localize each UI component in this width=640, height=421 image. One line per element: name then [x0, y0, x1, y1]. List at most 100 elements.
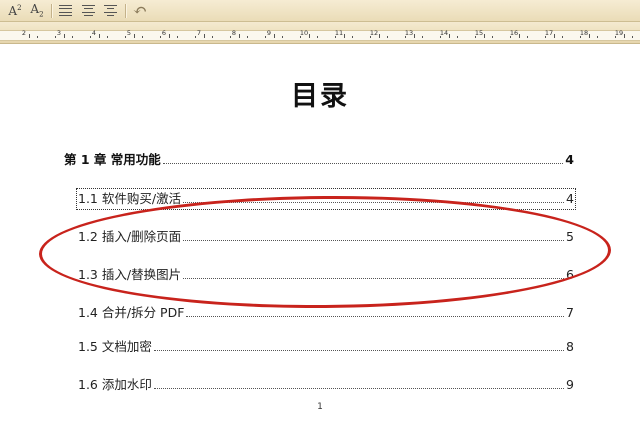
ruler-tick — [509, 36, 511, 38]
horizontal-ruler[interactable]: 2 3 4 5 6 7 8 9 10 11 12 13 14 15 16 17 18 19 — [0, 22, 640, 44]
ruler-tick — [247, 36, 249, 38]
ruler-tick — [562, 36, 564, 38]
document-page[interactable]: 目录 第 1 章 常用功能 4 1.1 软件购买/激活 4 1.2 插入/删除页… — [0, 44, 640, 421]
toc-entry-label: 1.5 文档加密 — [78, 339, 152, 354]
ruler-tick — [238, 34, 240, 38]
ruler-number: 15 — [474, 29, 484, 37]
ruler-tick — [369, 36, 371, 38]
ruler-tick — [483, 34, 485, 38]
toc-entry-1-2[interactable]: 1.2 插入/删除页面 5 — [78, 228, 574, 246]
toc-entry-label: 1.3 插入/替换图片 — [78, 267, 182, 282]
ruler-tick — [273, 34, 275, 38]
ruler-tick — [98, 34, 100, 38]
toc-entry-page: 7 — [566, 305, 574, 320]
ruler-tick — [229, 36, 231, 38]
toolbar-separator — [51, 4, 53, 18]
align-left-icon — [59, 5, 72, 16]
ruler-number: 16 — [509, 29, 519, 37]
ruler-tick — [89, 36, 91, 38]
toc-entry-page: 6 — [566, 267, 574, 282]
ruler-tick — [474, 36, 476, 38]
toc-entry-chapter-1[interactable]: 第 1 章 常用功能 4 — [64, 151, 574, 169]
ruler-tick — [299, 36, 301, 38]
ruler-tick — [37, 36, 39, 38]
toc-entry-page: 5 — [566, 229, 574, 244]
toc-entry-page: 9 — [566, 377, 574, 392]
ruler-tick — [72, 36, 74, 38]
ruler-tick — [168, 34, 170, 38]
ruler-tick — [579, 36, 581, 38]
toc-entry-label: 1.4 合并/拆分 PDF — [78, 305, 185, 320]
dot-leader — [162, 162, 564, 164]
ruler-tick — [413, 34, 415, 38]
toc-entry-1-1[interactable]: 1.1 软件购买/激活 4 — [76, 188, 576, 210]
page-title: 目录 — [291, 81, 349, 112]
align-center-icon — [82, 5, 95, 16]
ruler-tick — [203, 34, 205, 38]
ruler-tick — [334, 36, 336, 38]
ruler-number: 3 — [56, 29, 62, 37]
ruler-tick — [448, 34, 450, 38]
ruler-number: 5 — [126, 29, 132, 37]
align-justify-button[interactable] — [102, 2, 119, 19]
ruler-tick — [107, 36, 109, 38]
ruler-number: 7 — [196, 29, 202, 37]
dot-leader — [153, 349, 565, 351]
ruler-number: 17 — [544, 29, 554, 37]
ruler-tick — [614, 36, 616, 38]
formatting-toolbar: A2 A2 ↶ — [0, 0, 640, 22]
ruler-tick — [404, 36, 406, 38]
toc-entry-page: 4 — [565, 152, 574, 167]
dot-leader — [153, 387, 565, 389]
ruler-tick — [133, 34, 135, 38]
dot-leader — [183, 201, 565, 203]
toc-entry-1-6[interactable]: 1.6 添加水印 9 — [78, 376, 574, 394]
ruler-tick — [212, 36, 214, 38]
ruler-number: 11 — [334, 29, 344, 37]
ruler-tick — [527, 36, 529, 38]
undo-icon: ↶ — [132, 0, 148, 21]
ruler-tick — [317, 36, 319, 38]
ruler-tick — [194, 36, 196, 38]
subscript-icon: A2 — [30, 2, 44, 19]
ruler-tick — [308, 34, 310, 38]
ruler-tick — [177, 36, 179, 38]
ruler-tick — [343, 34, 345, 38]
ruler-tick — [282, 36, 284, 38]
ruler-tick — [492, 36, 494, 38]
subscript-button[interactable]: A2 — [29, 2, 45, 19]
toc-entry-page: 8 — [566, 339, 574, 354]
ruler-tick — [142, 36, 144, 38]
ruler-number: 14 — [439, 29, 449, 37]
ruler-tick — [623, 34, 625, 38]
align-justify-icon — [104, 5, 117, 16]
ruler-tick — [632, 36, 634, 38]
undo-button[interactable]: ↶ — [130, 0, 150, 21]
ruler-number: 18 — [579, 29, 589, 37]
ruler-tick — [387, 36, 389, 38]
superscript-button[interactable]: A2 — [7, 2, 23, 19]
ruler-tick — [518, 34, 520, 38]
align-left-button[interactable] — [57, 2, 74, 19]
ruler-tick — [54, 36, 56, 38]
ruler-number: 8 — [231, 29, 237, 37]
toc-entry-1-4[interactable]: 1.4 合并/拆分 PDF 7 — [78, 304, 574, 322]
dot-leader — [186, 315, 565, 317]
toc-entry-label: 1.6 添加水印 — [78, 377, 152, 392]
ruler-number: 12 — [369, 29, 379, 37]
ruler-number: 9 — [266, 29, 272, 37]
ruler-tick — [422, 36, 424, 38]
ruler-tick — [439, 36, 441, 38]
ruler-tick — [544, 36, 546, 38]
toc-entry-1-5[interactable]: 1.5 文档加密 8 — [78, 338, 574, 356]
ruler-number: 4 — [91, 29, 97, 37]
ruler-tick — [63, 34, 65, 38]
ruler-tick — [124, 36, 126, 38]
toc-entry-1-3[interactable]: 1.3 插入/替换图片 6 — [78, 266, 574, 284]
dot-leader — [183, 277, 565, 279]
align-center-button[interactable] — [80, 2, 97, 19]
ruler-tick — [457, 36, 459, 38]
ruler-tick — [588, 34, 590, 38]
toc-entry-label: 第 1 章 常用功能 — [64, 152, 161, 167]
ruler-tick — [553, 34, 555, 38]
